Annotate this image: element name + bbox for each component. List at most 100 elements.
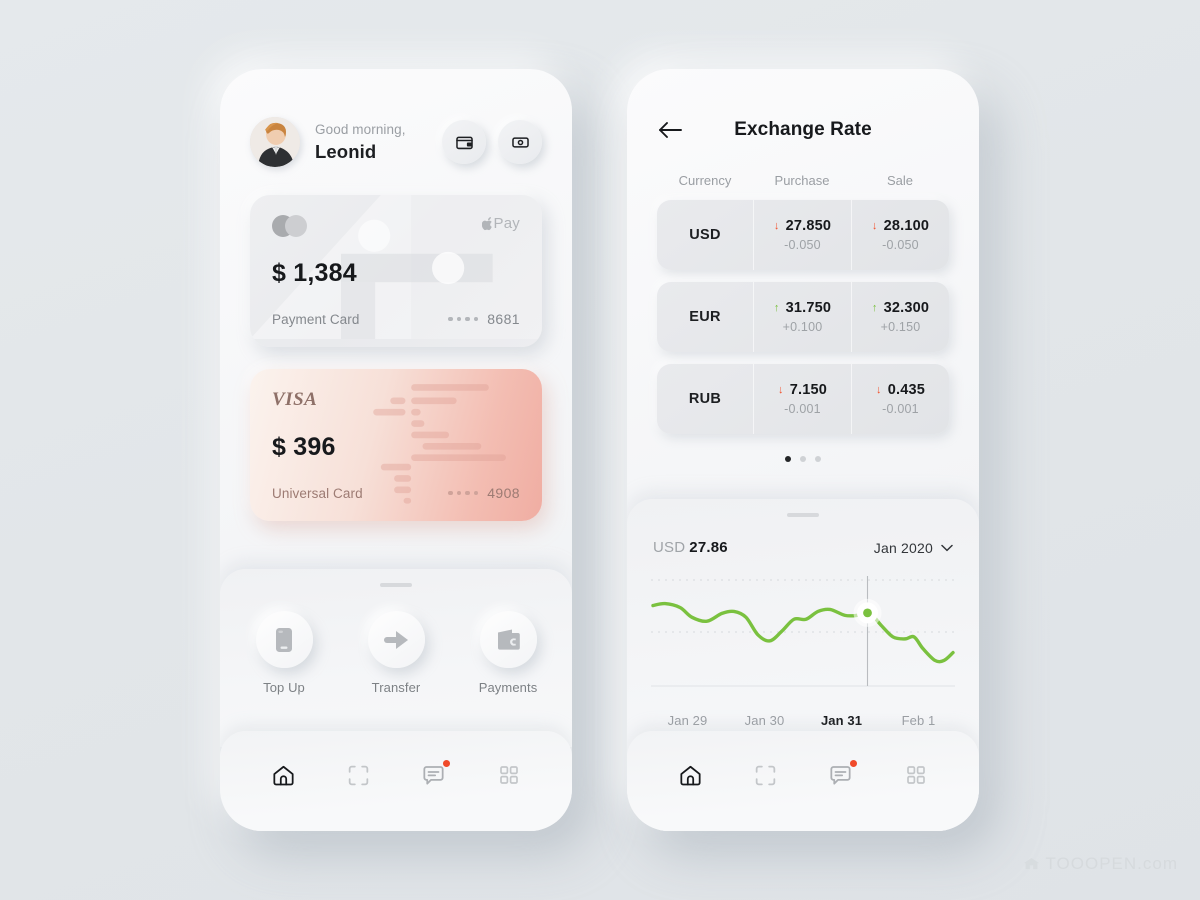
quick-actions-row: Top Up Transfer Payments (220, 611, 572, 695)
rate-chart[interactable] (627, 570, 979, 703)
trend-down-icon: ↓ (871, 219, 878, 232)
card-masked-dots (448, 490, 479, 496)
card-amount: $ 396 (272, 432, 336, 461)
chat-icon (830, 765, 851, 785)
home-icon (680, 765, 701, 785)
period-selector[interactable]: Jan 2020 (874, 540, 953, 556)
table-row[interactable]: RUB ↓ 7.150 -0.001 ↓ 0.435 -0.001 (657, 364, 949, 434)
sale-delta: -0.001 (882, 402, 919, 416)
quick-actions-sheet: Top Up Transfer Payments (220, 569, 572, 747)
payment-card-visa[interactable]: VISA $ 396 Universal Card 4908 (250, 369, 542, 521)
row-currency: RUB (688, 391, 722, 407)
chevron-down-icon (941, 544, 953, 551)
nav-scan-button[interactable] (749, 758, 783, 792)
exchange-header: Exchange Rate (627, 69, 979, 147)
trend-down-icon: ↓ (876, 383, 882, 396)
sheet-grabber[interactable] (380, 583, 412, 587)
action-payments[interactable]: Payments (472, 611, 544, 695)
pager-dot-2[interactable] (800, 456, 806, 462)
trend-up-icon: ↑ (871, 301, 878, 314)
nav-home-button[interactable] (267, 758, 301, 792)
avatar-portrait-icon (250, 117, 300, 167)
card-amount: $ 1,384 (272, 258, 357, 287)
x-tick-0: Jan 29 (667, 713, 708, 728)
sale-value: 0.435 (887, 382, 925, 398)
home-icon (273, 765, 294, 785)
row-sale: ↓ 0.435 -0.001 (851, 364, 949, 434)
wallet-filled-icon (497, 629, 520, 650)
card-masked-dots (448, 316, 479, 322)
card-label: Payment Card (272, 311, 360, 327)
nav-grid-button[interactable] (899, 758, 933, 792)
greeting-text: Good morning, (315, 122, 406, 138)
table-row[interactable]: EUR ↑ 31.750 +0.100 ↑ 32.300 +0.150 (657, 282, 949, 352)
card-label: Universal Card (272, 485, 363, 501)
arrow-right-icon (384, 630, 408, 649)
wallet-button[interactable] (442, 120, 486, 164)
phone-icon (276, 627, 292, 652)
row-purchase: ↓ 7.150 -0.001 (753, 364, 851, 434)
col-header-sale: Sale (886, 173, 914, 188)
x-tick-2: Jan 31 (820, 713, 863, 728)
nav-scan-button[interactable] (342, 758, 376, 792)
action-top-up-circle (255, 611, 313, 668)
watermark-text: TOOOPEN.com (1045, 854, 1178, 873)
pager-dot-1[interactable] (785, 456, 791, 462)
back-button[interactable] (653, 113, 687, 147)
avatar[interactable] (250, 117, 300, 167)
row-currency: USD (689, 227, 721, 243)
trend-up-icon: ↑ (773, 301, 780, 314)
purchase-value: 27.850 (785, 218, 832, 234)
chart-currency-code: USD (653, 539, 686, 556)
nav-grid-button[interactable] (492, 758, 526, 792)
carousel-pager[interactable] (627, 456, 979, 462)
chart-currency-rate: USD 27.86 (653, 539, 728, 556)
card-last4: 8681 (487, 311, 520, 327)
cash-button[interactable] (498, 120, 542, 164)
grid-icon (499, 766, 518, 784)
pager-dot-3[interactable] (815, 456, 821, 462)
rate-table-headers: Currency Purchase Sale (627, 147, 979, 188)
nav-chat-button[interactable] (417, 758, 451, 792)
chart-sheet: USD 27.86 Jan 2020 Jan 29 Jan 30 Jan 31 … (627, 499, 979, 831)
sheet-grabber[interactable] (787, 513, 819, 517)
chat-badge (442, 760, 450, 767)
home-header: Good morning, Leonid (220, 69, 572, 167)
x-tick-3: Feb 1 (901, 713, 936, 728)
action-transfer[interactable]: Transfer (360, 611, 432, 695)
purchase-value: 31.750 (785, 300, 832, 316)
cash-icon (511, 136, 529, 148)
bottom-navbar-exchange (627, 731, 979, 831)
row-sale: ↑ 32.300 +0.150 (851, 282, 949, 352)
page-title: Exchange Rate (734, 119, 872, 140)
purchase-delta: +0.100 (782, 320, 823, 334)
chart-canvas (651, 576, 955, 687)
apple-pay-badge: Pay (481, 215, 520, 232)
nav-chat-button[interactable] (824, 758, 858, 792)
nav-home-button[interactable] (674, 758, 708, 792)
row-purchase: ↓ 27.850 -0.050 (753, 200, 851, 270)
chart-rate-value: 27.86 (689, 539, 728, 556)
col-header-purchase: Purchase (774, 173, 830, 188)
chart-header: USD 27.86 Jan 2020 (627, 539, 979, 556)
action-top-up[interactable]: Top Up (248, 611, 320, 695)
sale-value: 32.300 (883, 300, 930, 316)
user-name: Leonid (315, 140, 377, 162)
wallet-icon (455, 136, 473, 149)
watermark: TOOOPEN.com (1023, 854, 1178, 874)
payment-card-mastercard[interactable]: Pay $ 1,384 Payment Card 8681 (250, 195, 542, 347)
purchase-value: 7.150 (789, 382, 827, 398)
scan-icon (348, 765, 369, 785)
trend-down-icon: ↓ (773, 219, 780, 232)
sale-value: 28.100 (883, 218, 930, 234)
card-last4: 4908 (487, 485, 520, 501)
purchase-delta: -0.001 (784, 402, 821, 416)
toopen-logo-icon (1024, 858, 1040, 870)
apple-logo-icon (481, 216, 492, 230)
phone-home-screen: Good morning, Leonid Pay $ 1,384 Payment… (220, 69, 572, 831)
chart-marker[interactable] (853, 598, 882, 627)
table-row[interactable]: USD ↓ 27.850 -0.050 ↓ 28.100 -0.050 (657, 200, 949, 270)
chat-icon (423, 765, 444, 785)
sale-delta: +0.150 (880, 320, 921, 334)
app-canvas: Good morning, Leonid Pay $ 1,384 Payment… (0, 0, 1200, 900)
